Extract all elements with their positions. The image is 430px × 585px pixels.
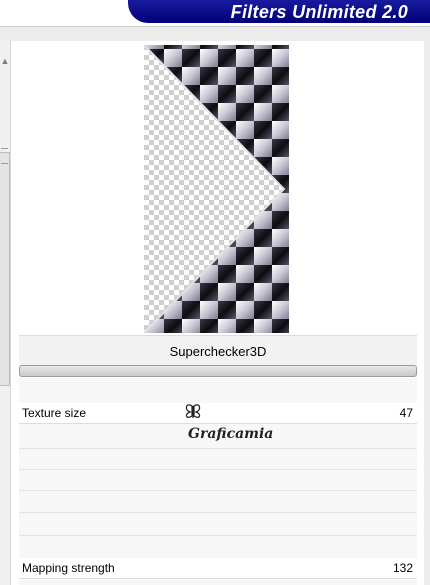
filter-name-bar: Superchecker3D <box>19 335 417 366</box>
scroll-thumb[interactable] <box>0 152 10 386</box>
progress-bar <box>19 365 417 377</box>
param-divider <box>19 490 417 491</box>
param-value[interactable]: 47 <box>400 406 413 420</box>
watermark-text: Graficamia <box>188 426 273 442</box>
filter-preview <box>144 45 289 333</box>
scroll-grip-icon <box>1 148 8 164</box>
param-label: Texture size <box>22 406 87 420</box>
title-banner: Filters Unlimited 2.0 <box>128 0 430 26</box>
banner-title: Filters Unlimited 2.0 <box>230 2 408 22</box>
filter-name: Superchecker3D <box>169 344 267 359</box>
window-top-bar <box>0 26 430 41</box>
right-border <box>424 40 430 585</box>
param-row-mapping-strength[interactable]: Mapping strength 132 <box>19 558 417 579</box>
butterfly-icon <box>185 404 201 418</box>
filter-list-scrollbar[interactable]: ▲ <box>0 40 11 585</box>
param-value[interactable]: 132 <box>393 561 413 575</box>
param-divider <box>19 535 417 536</box>
param-label: Mapping strength <box>22 561 115 575</box>
param-divider <box>19 469 417 470</box>
param-divider <box>19 512 417 513</box>
graficamia-watermark: Graficamia <box>185 404 273 442</box>
param-divider <box>19 448 417 449</box>
scroll-up-arrow-icon[interactable]: ▲ <box>0 56 10 66</box>
